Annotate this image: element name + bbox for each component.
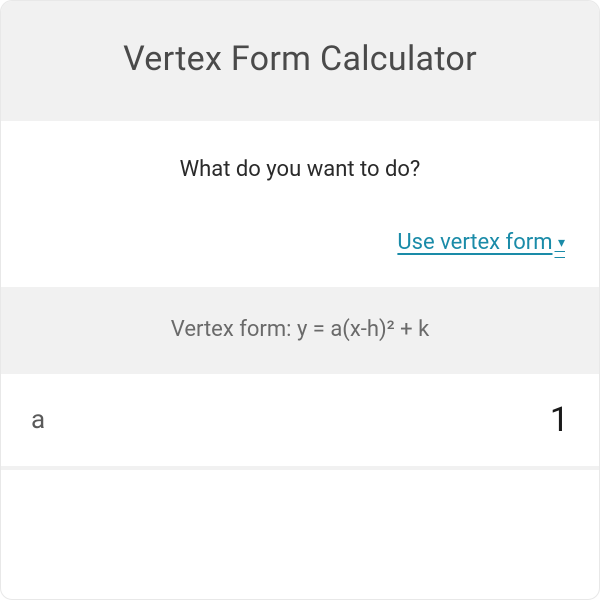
question-label: What do you want to do? xyxy=(31,157,569,182)
calculator-container: Vertex Form Calculator What do you want … xyxy=(0,0,600,600)
dropdown-selected-text: Use vertex form xyxy=(397,230,552,255)
input-row-a: a xyxy=(1,374,599,470)
input-label-a: a xyxy=(31,405,45,435)
page-title: Vertex Form Calculator xyxy=(21,39,579,79)
input-field-a[interactable] xyxy=(369,400,569,440)
formula-text: Vertex form: y = a(x-h)² + k xyxy=(21,317,579,342)
header: Vertex Form Calculator xyxy=(1,1,599,121)
dropdown-wrapper: Use vertex form ▾ xyxy=(31,230,569,255)
mode-dropdown[interactable]: Use vertex form ▾ xyxy=(397,230,565,255)
formula-section: Vertex form: y = a(x-h)² + k xyxy=(1,287,599,374)
question-section: What do you want to do? Use vertex form … xyxy=(1,121,599,287)
chevron-down-icon: ▾ xyxy=(555,235,566,251)
